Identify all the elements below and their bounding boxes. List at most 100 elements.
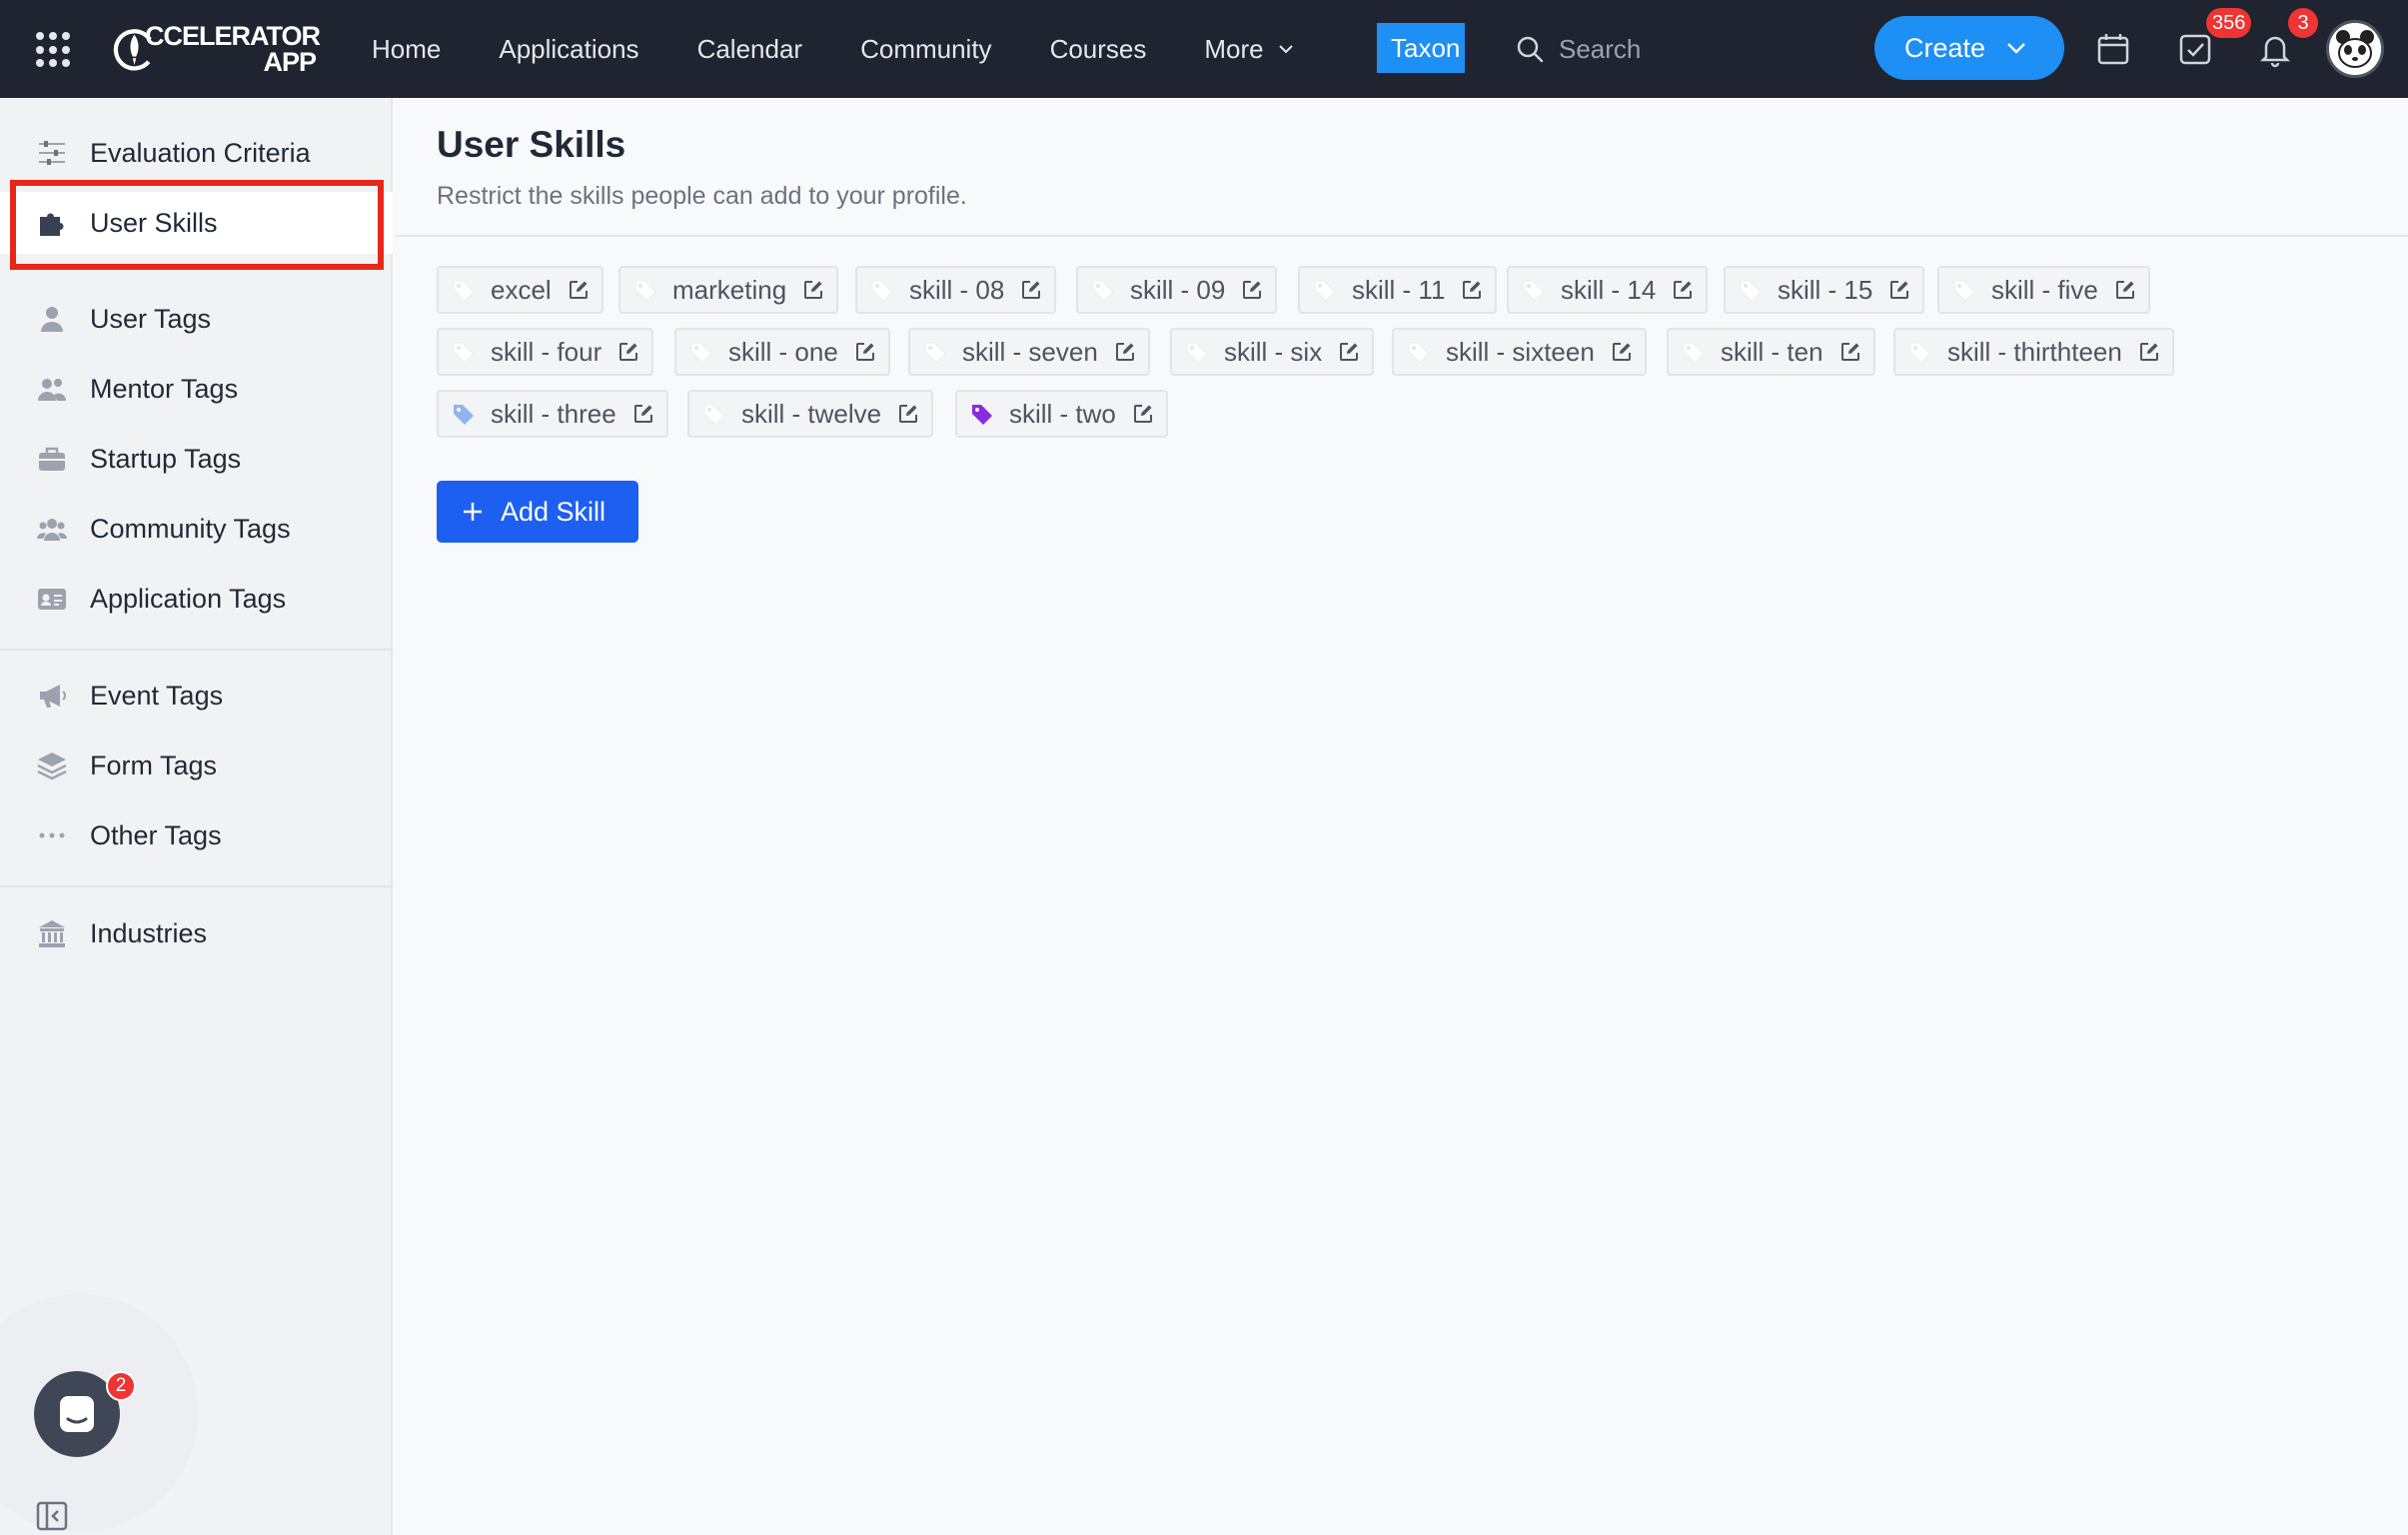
sidebar-item-mentor-tags[interactable]: Mentor Tags <box>0 358 393 420</box>
calendar-icon[interactable] <box>2094 30 2132 68</box>
sidebar-divider <box>0 885 393 887</box>
id-card-icon <box>38 589 66 610</box>
sidebar-item-industries[interactable]: Industries <box>0 902 393 964</box>
skill-label: marketing <box>672 274 787 305</box>
skill-label: skill - four <box>491 336 602 367</box>
edit-icon[interactable] <box>1241 279 1263 301</box>
nav-home[interactable]: Home <box>372 34 441 65</box>
skill-label: skill - 15 <box>1778 274 1873 305</box>
apps-grid-icon[interactable] <box>36 32 72 68</box>
search-box[interactable] <box>1515 28 1755 70</box>
edit-icon[interactable] <box>632 403 654 425</box>
tag-icon <box>1740 280 1762 302</box>
edit-icon[interactable] <box>1114 341 1136 363</box>
nav-courses[interactable]: Courses <box>1050 34 1147 65</box>
edit-icon[interactable] <box>897 403 919 425</box>
edit-icon[interactable] <box>2114 279 2136 301</box>
skill-chip[interactable]: skill - thirthteen <box>1893 328 2174 376</box>
collapse-sidebar-icon[interactable] <box>36 1501 68 1531</box>
nav-community[interactable]: Community <box>860 34 991 65</box>
edit-icon[interactable] <box>1888 279 1910 301</box>
avatar[interactable] <box>2326 20 2384 78</box>
tag-icon <box>1523 280 1545 302</box>
tag-icon <box>1909 342 1931 364</box>
skill-chip[interactable]: skill - 09 <box>1076 266 1278 314</box>
skill-label: skill - seven <box>962 336 1098 367</box>
skill-chip[interactable]: skill - 08 <box>855 266 1057 314</box>
edit-icon[interactable] <box>854 341 876 363</box>
edit-icon[interactable] <box>802 279 824 301</box>
bell-icon[interactable] <box>2256 30 2294 68</box>
skill-chip[interactable]: marketing <box>618 266 839 314</box>
skill-chip[interactable]: skill - three <box>437 390 668 438</box>
page-title: User Skills <box>437 124 626 165</box>
sidebar-item-user-skills[interactable]: User Skills <box>0 192 393 254</box>
main-nav: Home Applications Calendar Community Cou… <box>372 0 1352 98</box>
skill-label: skill - thirthteen <box>1947 336 2122 367</box>
tag-icon <box>690 342 712 364</box>
tag-icon <box>924 342 946 364</box>
add-skill-label: Add Skill <box>501 496 606 527</box>
sidebar-item-evaluation-criteria[interactable]: Evaluation Criteria <box>0 122 393 184</box>
nav-more[interactable]: More <box>1204 34 1293 65</box>
sidebar-item-startup-tags[interactable]: Startup Tags <box>0 428 393 490</box>
tag-icon <box>1683 342 1705 364</box>
tag-icon <box>871 280 893 302</box>
skill-chip[interactable]: skill - two <box>955 390 1168 438</box>
edit-icon[interactable] <box>1020 279 1042 301</box>
sidebar-item-form-tags[interactable]: Form Tags <box>0 735 393 796</box>
sidebar-item-other-tags[interactable]: Other Tags <box>0 804 393 866</box>
sidebar-item-label: Evaluation Criteria <box>90 137 311 168</box>
sidebar-item-label: User Tags <box>90 303 212 334</box>
edit-icon[interactable] <box>1839 341 1861 363</box>
skill-chip[interactable]: skill - five <box>1937 266 2150 314</box>
sidebar-item-user-tags[interactable]: User Tags <box>0 288 393 350</box>
skill-chip[interactable]: skill - twelve <box>687 390 934 438</box>
skill-chip[interactable]: skill - one <box>674 328 890 376</box>
edit-icon[interactable] <box>568 279 590 301</box>
app-logo[interactable]: CCELERATOR APP <box>110 18 321 80</box>
edit-icon[interactable] <box>2138 341 2160 363</box>
sidebar-item-application-tags[interactable]: Application Tags <box>0 568 393 630</box>
notifications-badge: 3 <box>2288 8 2318 38</box>
skill-chip[interactable]: excel <box>437 266 603 314</box>
skill-chip[interactable]: skill - six <box>1170 328 1375 376</box>
tag-icon <box>454 405 474 425</box>
sidebar-item-event-tags[interactable]: Event Tags <box>0 665 393 727</box>
sidebar-item-label: Community Tags <box>90 513 291 544</box>
edit-icon[interactable] <box>617 341 639 363</box>
skill-chip[interactable]: skill - sixteen <box>1392 328 1647 376</box>
ellipsis-icon <box>39 832 65 838</box>
tag-icon <box>453 280 475 302</box>
skill-chip[interactable]: skill - ten <box>1667 328 1875 376</box>
skill-chip[interactable]: skill - 11 <box>1298 266 1498 314</box>
skill-label: skill - 14 <box>1561 274 1657 305</box>
plus-icon <box>464 503 482 521</box>
add-skill-button[interactable]: Add Skill <box>437 481 638 543</box>
edit-icon[interactable] <box>1461 279 1483 301</box>
tasks-check-icon[interactable] <box>2176 30 2214 68</box>
chevron-down-icon <box>1278 45 1293 54</box>
sidebar-item-community-tags[interactable]: Community Tags <box>0 498 393 560</box>
create-button[interactable]: Create <box>1874 16 2064 80</box>
edit-icon[interactable] <box>1672 279 1694 301</box>
sliders-icon <box>39 141 65 165</box>
skill-chip[interactable]: skill - seven <box>908 328 1150 376</box>
top-nav-bar: CCELERATOR APP Home Applications Calenda… <box>0 0 2408 98</box>
tag-icon <box>703 404 725 426</box>
skill-chip[interactable]: skill - 15 <box>1724 266 1925 314</box>
nav-applications[interactable]: Applications <box>499 34 638 65</box>
logo-line2: APP <box>263 47 317 77</box>
skill-chip[interactable]: skill - four <box>437 328 654 376</box>
edit-icon[interactable] <box>1132 403 1154 425</box>
puzzle-icon <box>40 213 64 236</box>
edit-icon[interactable] <box>1338 341 1360 363</box>
layers-icon <box>37 753 67 780</box>
taxon-button[interactable]: Taxon <box>1377 23 1465 73</box>
edit-icon[interactable] <box>1611 341 1633 363</box>
skill-label: skill - one <box>728 336 838 367</box>
nav-calendar[interactable]: Calendar <box>697 34 803 65</box>
skill-chip[interactable]: skill - 14 <box>1507 266 1709 314</box>
search-input[interactable] <box>1559 33 1739 65</box>
sidebar-item-label: Application Tags <box>90 583 287 614</box>
